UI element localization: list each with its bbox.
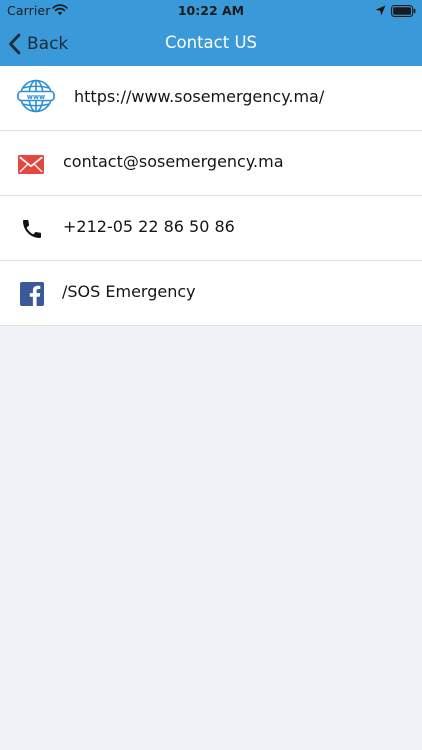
header: Carrier 10:22 AM Back Contact US xyxy=(0,0,422,66)
phone-number[interactable]: +212-05 22 86 50 86 xyxy=(63,217,235,236)
clock: 10:22 AM xyxy=(177,3,245,18)
page-title: Contact US xyxy=(165,33,257,52)
email-link[interactable]: contact@sosemergency.ma xyxy=(63,152,284,171)
website-row[interactable]: www https://www.sosemergency.ma/ xyxy=(0,66,422,131)
envelope-icon xyxy=(18,155,44,174)
phone-row[interactable]: +212-05 22 86 50 86 xyxy=(0,196,422,261)
website-link[interactable]: https://www.sosemergency.ma/ xyxy=(74,87,324,106)
globe-www-icon: www xyxy=(17,79,55,113)
email-row[interactable]: contact@sosemergency.ma xyxy=(0,131,422,196)
facebook-link[interactable]: /SOS Emergency xyxy=(62,282,196,301)
facebook-row[interactable]: /SOS Emergency xyxy=(0,261,422,326)
battery-icon xyxy=(391,5,416,17)
svg-text:www: www xyxy=(27,93,45,101)
location-arrow-icon xyxy=(375,5,386,16)
facebook-icon xyxy=(20,282,44,306)
status-bar: Carrier 10:22 AM xyxy=(0,0,422,22)
contact-list: www https://www.sosemergency.ma/ contact… xyxy=(0,66,422,326)
phone-icon xyxy=(23,220,41,238)
navigation-bar: Back Contact US xyxy=(0,22,422,66)
